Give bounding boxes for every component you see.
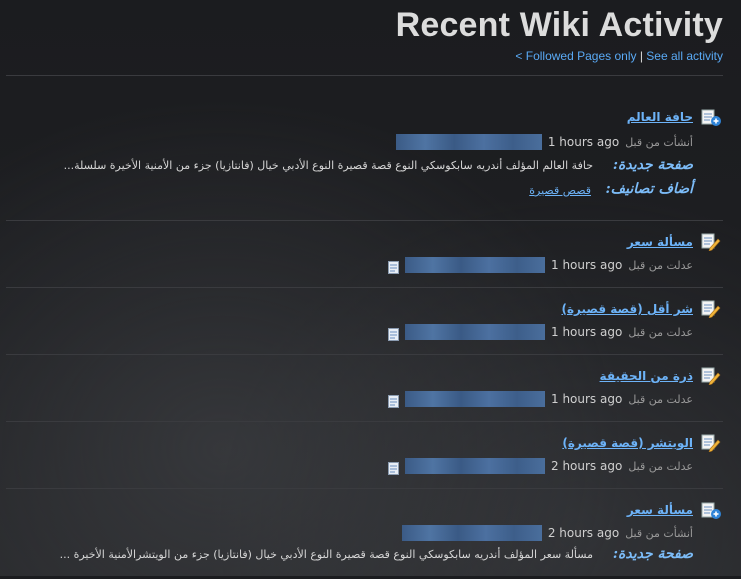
- page-snippet: مسألة سعر المؤلف أندريه سابكوسكي النوع ق…: [59, 548, 593, 561]
- new-page-icon: [701, 502, 721, 520]
- edit-page-icon: [701, 434, 721, 453]
- edit-page-icon: [701, 367, 721, 386]
- redacted-username: [405, 391, 545, 407]
- activity-entry: ذرة من الحقيقة 1 hours ago عدلت من قبل: [0, 355, 741, 421]
- redacted-username: [405, 257, 545, 273]
- entry-time: 1 hours ago: [547, 135, 620, 149]
- categories-label: أضاف تصانيف:: [605, 181, 693, 197]
- entry-meta-label: عدلت من قبل: [628, 392, 693, 406]
- activity-entry: حافة العالم 1 hours ago أنشأت من قبل صفح…: [0, 90, 741, 220]
- header-divider: [6, 75, 723, 76]
- entry-time: 2 hours ago: [551, 459, 623, 473]
- entry-time: 1 hours ago: [551, 258, 623, 272]
- edit-page-icon: [701, 233, 721, 252]
- redacted-username: [405, 324, 545, 340]
- entry-meta-label: أنشأت من قبل: [625, 526, 693, 540]
- see-all-activity-link[interactable]: See all activity: [646, 49, 723, 63]
- entry-title-link[interactable]: شر أقل (قصة قصيرة): [561, 302, 693, 316]
- redacted-username: [395, 134, 542, 150]
- followed-pages-link[interactable]: < Followed Pages only: [515, 49, 636, 63]
- diff-icon[interactable]: [388, 259, 399, 274]
- entry-meta-label: أنشأت من قبل: [625, 135, 693, 149]
- entry-title-link[interactable]: مسألة سعر: [627, 235, 693, 249]
- activity-entry: مسألة سعر 1 hours ago عدلت من قبل: [0, 221, 741, 287]
- redacted-username: [405, 458, 545, 474]
- activity-feed: حافة العالم 1 hours ago أنشأت من قبل صفح…: [0, 90, 741, 579]
- entry-meta-label: عدلت من قبل: [628, 459, 693, 473]
- entry-title-link[interactable]: الويتشر (قصة قصيرة): [562, 436, 693, 450]
- entry-title-link[interactable]: مسألة سعر: [627, 503, 693, 517]
- activity-entry: مسألة سعر 2 hours ago أنشأت من قبل صفحة …: [0, 489, 741, 579]
- activity-filter-bar: < Followed Pages only | See all activity: [396, 49, 723, 63]
- entry-meta-label: عدلت من قبل: [628, 258, 693, 272]
- new-page-icon: [701, 109, 721, 127]
- new-page-label: صفحة جديدة:: [612, 546, 693, 562]
- category-link[interactable]: قصص قصيرة: [529, 184, 591, 197]
- entry-time: 1 hours ago: [551, 392, 623, 406]
- edit-page-icon: [701, 300, 721, 319]
- new-page-label: صفحة جديدة:: [612, 157, 693, 173]
- filter-separator: |: [639, 49, 643, 63]
- page-header: Recent Wiki Activity < Followed Pages on…: [396, 0, 723, 63]
- diff-icon[interactable]: [388, 460, 399, 475]
- diff-icon[interactable]: [388, 393, 399, 408]
- entry-meta-label: عدلت من قبل: [628, 325, 693, 339]
- entry-time: 1 hours ago: [551, 325, 623, 339]
- diff-icon[interactable]: [388, 326, 399, 341]
- page-title: Recent Wiki Activity: [395, 6, 723, 44]
- activity-entry: الويتشر (قصة قصيرة) 2 hours ago عدلت من …: [0, 422, 741, 488]
- redacted-username: [401, 525, 542, 541]
- entry-time: 2 hours ago: [547, 526, 620, 540]
- entry-title-link[interactable]: ذرة من الحقيقة: [600, 369, 693, 383]
- page-snippet: حافة العالم المؤلف أندريه سابكوسكي النوع…: [63, 159, 593, 172]
- entry-title-link[interactable]: حافة العالم: [627, 110, 693, 124]
- activity-entry: شر أقل (قصة قصيرة) 1 hours ago عدلت من ق…: [0, 288, 741, 354]
